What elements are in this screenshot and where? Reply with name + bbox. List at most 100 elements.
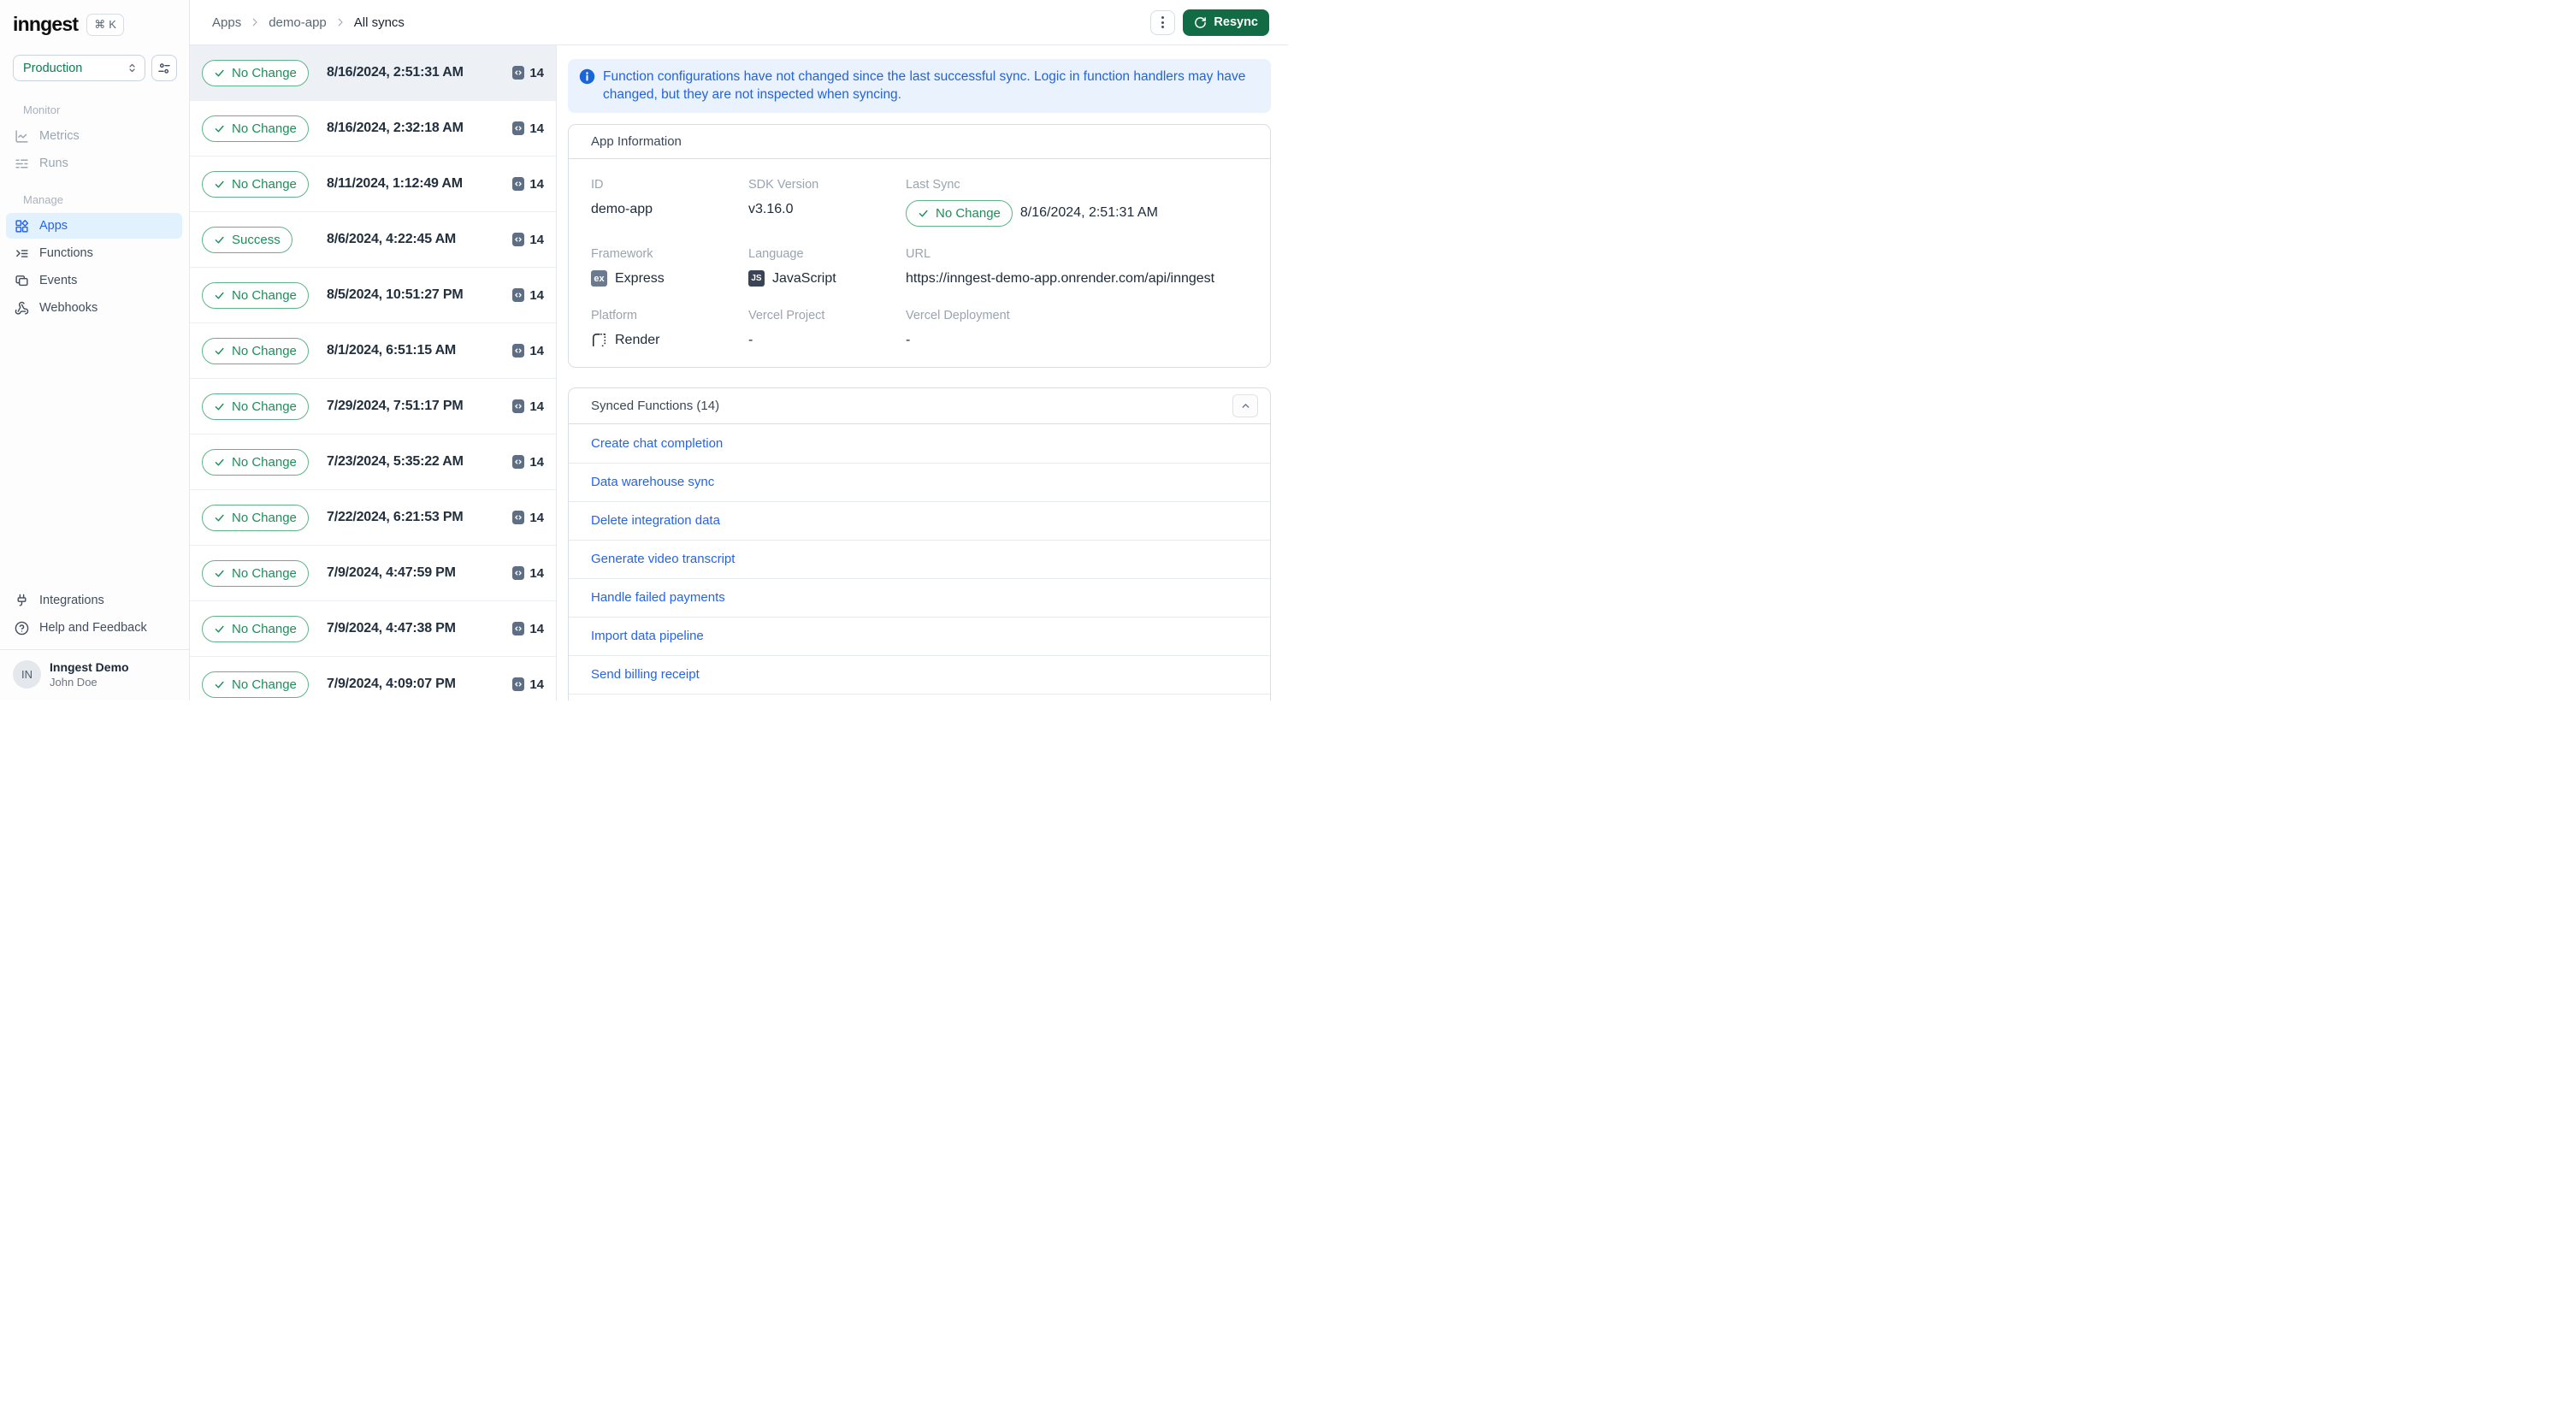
user-meta: Inngest Demo John Doe bbox=[50, 660, 129, 689]
synced-function-row: Delete integration data bbox=[569, 500, 1270, 540]
synced-function-link[interactable]: Handle failed payments bbox=[591, 590, 725, 605]
sidebar-item-runs[interactable]: Runs bbox=[6, 151, 182, 176]
status-badge-label: No Change bbox=[232, 176, 297, 192]
sidebar-item-label: Apps bbox=[39, 219, 68, 233]
sync-list-item[interactable]: No Change 8/11/2024, 1:12:49 AM 14 bbox=[190, 157, 556, 212]
check-icon bbox=[214, 179, 225, 190]
app-info-field-vercel-deployment: Vercel Deployment - bbox=[906, 309, 1248, 350]
sidebar-item-apps[interactable]: Apps bbox=[6, 213, 182, 239]
sync-function-count-value: 14 bbox=[529, 287, 544, 303]
plug-icon bbox=[15, 594, 29, 608]
synced-function-link[interactable]: Create chat completion bbox=[591, 436, 723, 451]
sync-status-column: No Change bbox=[202, 59, 327, 86]
synced-functions-title: Synced Functions (14) bbox=[591, 398, 720, 413]
resync-label: Resync bbox=[1214, 15, 1258, 29]
resync-button[interactable]: Resync bbox=[1183, 9, 1269, 36]
environment-settings-button[interactable] bbox=[151, 55, 177, 81]
sync-list-item[interactable]: No Change 7/9/2024, 4:09:07 PM 14 bbox=[190, 657, 556, 700]
sync-list-item[interactable]: No Change 8/1/2024, 6:51:15 AM 14 bbox=[190, 323, 556, 379]
org-name: Inngest Demo bbox=[50, 660, 129, 674]
synced-function-link[interactable]: Send billing receipt bbox=[591, 667, 700, 682]
sync-list-item[interactable]: No Change 7/29/2024, 7:51:17 PM 14 bbox=[190, 379, 556, 434]
field-value-text: https://inngest-demo-app.onrender.com/ap… bbox=[906, 270, 1215, 286]
sidebar-item-label: Events bbox=[39, 274, 78, 287]
sync-function-count-value: 14 bbox=[529, 343, 544, 358]
sync-list-item[interactable]: Success 8/6/2024, 4:22:45 AM 14 bbox=[190, 212, 556, 268]
code-icon bbox=[512, 399, 525, 413]
sync-list-item[interactable]: No Change 7/23/2024, 5:35:22 AM 14 bbox=[190, 434, 556, 490]
sync-timestamp: 8/16/2024, 2:32:18 AM bbox=[327, 121, 464, 135]
field-value-text: Express bbox=[615, 270, 665, 286]
collapse-button[interactable] bbox=[1232, 393, 1258, 417]
sync-list-item[interactable]: No Change 8/16/2024, 2:51:31 AM 14 bbox=[190, 45, 556, 101]
synced-functions-header: Synced Functions (14) bbox=[569, 388, 1270, 424]
field-label: URL bbox=[906, 246, 931, 261]
sync-status-column: No Change bbox=[202, 559, 327, 587]
status-badge: No Change bbox=[906, 199, 1013, 227]
sync-list-item[interactable]: No Change 7/9/2024, 4:47:59 PM 14 bbox=[190, 546, 556, 601]
status-badge: Success bbox=[202, 226, 292, 253]
sidebar-nav: Monitor Metrics Runs Manage Apps Functions Eve… bbox=[0, 81, 189, 322]
sidebar-item-events[interactable]: Events bbox=[6, 268, 182, 293]
sync-status-column: No Change bbox=[202, 337, 327, 364]
breadcrumb-item-demo-app[interactable]: demo-app bbox=[269, 15, 327, 30]
sync-status-column: No Change bbox=[202, 281, 327, 309]
sidebar-item-help-and-feedback[interactable]: Help and Feedback bbox=[6, 615, 182, 641]
field-label: Vercel Project bbox=[748, 308, 825, 322]
sync-status-column: No Change bbox=[202, 448, 327, 476]
app-info-field-url: URL https://inngest-demo-app.onrender.com… bbox=[906, 247, 1248, 288]
synced-functions-card: Synced Functions (14) Create chat comple… bbox=[568, 387, 1271, 700]
synced-function-link[interactable]: Data warehouse sync bbox=[591, 475, 714, 489]
refresh-icon bbox=[1194, 16, 1207, 29]
field-value-text: v3.16.0 bbox=[748, 201, 794, 216]
synced-function-row: Handle failed payments bbox=[569, 577, 1270, 617]
page-header: Apps demo-app All syncs Resync bbox=[190, 0, 1288, 45]
shortcut-key: K bbox=[109, 18, 116, 31]
command-k-shortcut[interactable]: ⌘ K bbox=[86, 13, 124, 36]
events-icon bbox=[15, 274, 29, 288]
field-value: No Change 8/16/2024, 2:51:31 AM bbox=[906, 199, 1248, 227]
environment-select[interactable]: Production bbox=[13, 55, 145, 81]
detail-panel: Function configurations have not changed… bbox=[557, 45, 1288, 700]
sync-function-count: 14 bbox=[512, 399, 544, 414]
field-value: - bbox=[906, 331, 1248, 350]
nav-section-label-monitor: Monitor bbox=[23, 103, 61, 116]
webhooks-icon bbox=[15, 301, 29, 316]
status-badge-label: No Change bbox=[232, 677, 297, 692]
sliders-icon bbox=[157, 62, 171, 75]
breadcrumb: Apps demo-app All syncs bbox=[212, 15, 405, 30]
breadcrumb-item-apps[interactable]: Apps bbox=[212, 15, 241, 30]
sidebar-logo-row: inngest ⌘ K bbox=[13, 13, 177, 36]
synced-function-link[interactable]: Delete integration data bbox=[591, 513, 720, 528]
sync-function-count-value: 14 bbox=[529, 677, 544, 692]
chevron-up-icon bbox=[1240, 400, 1251, 411]
app-root: inngest ⌘ K Production Monitor Metrics Runs… bbox=[0, 0, 1288, 700]
status-badge-label: No Change bbox=[232, 399, 297, 414]
sync-function-count: 14 bbox=[512, 344, 544, 358]
kebab-icon bbox=[1161, 16, 1165, 19]
info-banner: Function configurations have not changed… bbox=[568, 59, 1271, 113]
field-value-text: - bbox=[748, 332, 753, 347]
status-badge: No Change bbox=[202, 615, 309, 642]
synced-function-link[interactable]: Import data pipeline bbox=[591, 629, 704, 643]
synced-function-link[interactable]: Generate video transcript bbox=[591, 552, 735, 566]
sync-function-count-value: 14 bbox=[529, 621, 544, 636]
sync-list-item[interactable]: No Change 8/5/2024, 10:51:27 PM 14 bbox=[190, 268, 556, 323]
user-menu[interactable]: IN Inngest Demo John Doe bbox=[0, 649, 189, 700]
sidebar-item-webhooks[interactable]: Webhooks bbox=[6, 295, 182, 321]
sidebar-item-integrations[interactable]: Integrations bbox=[6, 588, 182, 613]
content: No Change 8/16/2024, 2:51:31 AM 14 No Chang… bbox=[190, 45, 1288, 700]
sync-list-item[interactable]: No Change 7/9/2024, 4:47:38 PM 14 bbox=[190, 601, 556, 657]
sync-function-count: 14 bbox=[512, 177, 544, 192]
status-badge: No Change bbox=[202, 671, 309, 698]
app-info-field-platform: Platform Render bbox=[591, 309, 748, 350]
status-badge-label: No Change bbox=[232, 65, 297, 80]
sync-function-count: 14 bbox=[512, 66, 544, 80]
more-options-button[interactable] bbox=[1150, 9, 1176, 35]
sync-list-item[interactable]: No Change 8/16/2024, 2:32:18 AM 14 bbox=[190, 101, 556, 157]
sidebar-item-metrics[interactable]: Metrics bbox=[6, 123, 182, 149]
app-info-field-last-sync: Last Sync No Change 8/16/2024, 2:51:31 AM bbox=[906, 178, 1248, 227]
breadcrumb-item-all-syncs: All syncs bbox=[353, 15, 405, 30]
sidebar-item-functions[interactable]: Functions bbox=[6, 240, 182, 266]
sync-list-item[interactable]: No Change 7/22/2024, 6:21:53 PM 14 bbox=[190, 490, 556, 546]
